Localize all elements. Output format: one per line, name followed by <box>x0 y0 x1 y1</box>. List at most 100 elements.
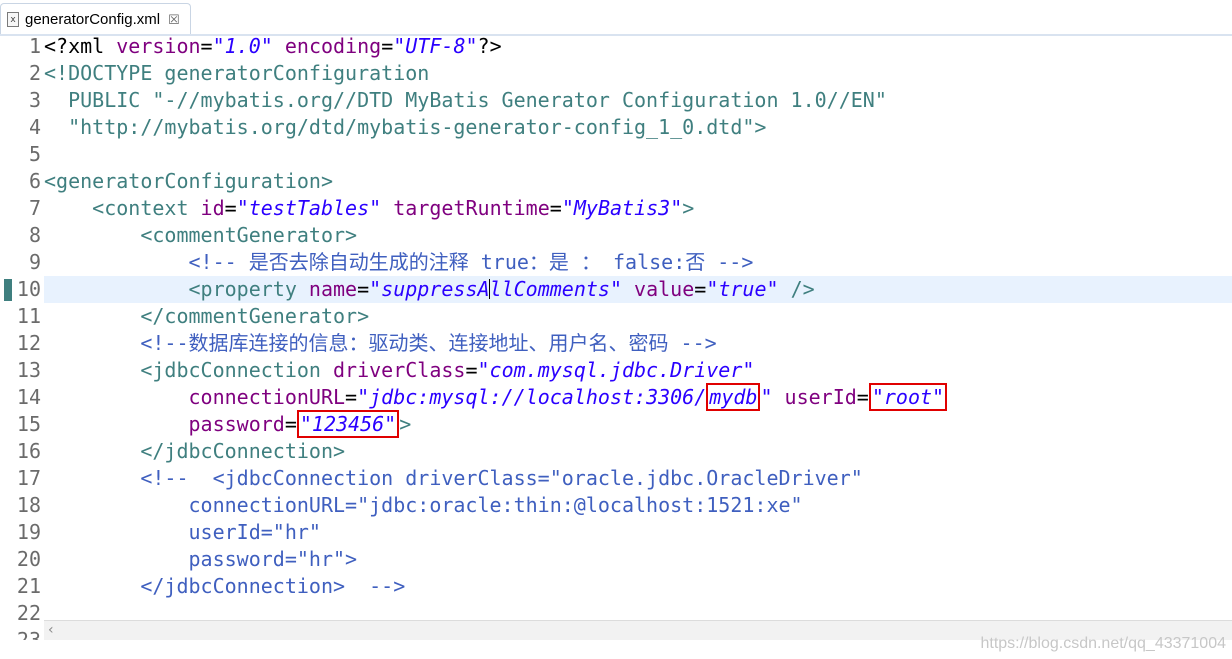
code-token: password <box>44 412 285 436</box>
line-number: 1 <box>28 36 41 58</box>
line-code: </jdbcConnection> <box>44 438 345 465</box>
line-number: 8 <box>28 223 41 247</box>
close-icon[interactable]: ☒ <box>168 12 180 28</box>
code-token: version <box>116 36 201 58</box>
code-token: value <box>634 277 695 301</box>
line-code: </jdbcConnection> --> <box>44 573 405 600</box>
code-token: </commentGenerator> <box>44 304 370 328</box>
code-token: /> <box>790 277 815 301</box>
line-number: 15 <box>16 412 41 436</box>
line-number: 11 <box>16 304 41 328</box>
line-code: password= "123456" > <box>44 410 412 438</box>
code-token: <!-- <jdbcConnection driverClass="oracle… <box>44 466 863 490</box>
code-token: = <box>224 196 237 220</box>
code-line: 14 connectionURL="jdbc:mysql://localhost… <box>0 383 948 411</box>
line-number: 20 <box>16 547 41 571</box>
code-token: driverClass <box>332 358 466 382</box>
code-token: "MyBatis3" <box>561 196 683 220</box>
line-code: <?xml version="1.0" encoding="UTF-8"?> <box>44 36 502 60</box>
code-token: = <box>284 412 297 436</box>
line-code: connectionURL="jdbc:mysql://localhost:33… <box>44 383 948 411</box>
editor-tab[interactable]: x generatorConfig.xml ☒ <box>0 3 191 35</box>
line-number: 7 <box>28 196 41 220</box>
code-line: 20 password="hr"> <box>0 546 357 573</box>
code-token: <!DOCTYPE generatorConfiguration <box>44 61 430 85</box>
code-editor[interactable]: 1 <?xml version="1.0" encoding="UTF-8"?> 2… <box>0 36 1232 640</box>
code-token: = <box>549 196 562 220</box>
line-number: 10 <box>16 277 41 301</box>
code-token: llComments" <box>489 277 622 301</box>
line-number: 2 <box>28 61 41 85</box>
code-token: "suppressA <box>369 277 490 301</box>
tab-title: generatorConfig.xml <box>25 11 161 28</box>
code-token: <commentGenerator> <box>44 223 358 247</box>
code-token: "http://mybatis.org/dtd/mybatis-generato… <box>44 115 767 139</box>
code-token: > <box>399 412 412 436</box>
highlighted-value: mydb <box>706 383 761 411</box>
code-line: 13 <jdbcConnection driverClass="com.mysq… <box>0 357 755 384</box>
code-token: id <box>200 196 225 220</box>
code-token: <generatorConfiguration> <box>44 169 333 193</box>
line-number: 18 <box>16 493 41 517</box>
code-line: 2 <!DOCTYPE generatorConfiguration <box>0 60 429 87</box>
code-token: = <box>357 277 370 301</box>
line-number: 9 <box>28 250 41 274</box>
code-token: = <box>465 358 478 382</box>
code-line: 16 </jdbcConnection> <box>0 438 345 465</box>
code-line: 7 <context id="testTables" targetRuntime… <box>0 195 694 222</box>
code-token: " <box>760 385 773 409</box>
scroll-left-icon[interactable]: ‹ <box>48 622 54 638</box>
code-line: 21 </jdbcConnection> --> <box>0 573 405 600</box>
code-token: userId="hr" <box>44 520 321 544</box>
line-number: 16 <box>16 439 41 463</box>
code-token: name <box>308 277 358 301</box>
highlighted-value: "root" <box>868 383 948 411</box>
line-code: password="hr"> <box>44 546 357 573</box>
code-token: <!--数据库连接的信息：驱动类、连接地址、用户名、密码 --> <box>44 331 717 355</box>
watermark: https://blog.csdn.net/qq_43371004 <box>980 635 1226 652</box>
line-number: 6 <box>28 169 41 193</box>
line-number: 3 <box>28 88 41 112</box>
code-line: 5 <box>0 141 44 168</box>
code-token: encoding <box>284 36 382 58</box>
code-token: "true" <box>706 277 779 301</box>
code-token: "com.mysql.jdbc.Driver" <box>477 358 755 382</box>
line-number: 19 <box>16 520 41 544</box>
line-code: userId="hr" <box>44 519 321 546</box>
line-code: <!-- <jdbcConnection driverClass="oracle… <box>44 465 863 492</box>
line-number: 5 <box>28 142 41 166</box>
line-code: "http://mybatis.org/dtd/mybatis-generato… <box>44 114 766 141</box>
code-line: 4 "http://mybatis.org/dtd/mybatis-genera… <box>0 114 767 141</box>
line-number: 4 <box>28 115 41 139</box>
line-code: <!DOCTYPE generatorConfiguration <box>44 60 429 87</box>
line-code: <jdbcConnection driverClass="com.mysql.j… <box>44 357 754 384</box>
code-line: 8 <commentGenerator> <box>0 222 357 249</box>
line-number: 17 <box>16 466 41 490</box>
code-token: </jdbcConnection> --> <box>44 574 406 598</box>
code-token: <context <box>44 196 201 220</box>
code-token: = <box>694 277 707 301</box>
line-code: </commentGenerator> <box>44 303 369 330</box>
code-line: 10 <property name="suppressAllComments" … <box>0 276 815 303</box>
code-line: 1 <?xml version="1.0" encoding="UTF-8"?> <box>0 36 502 60</box>
code-line: 12 <!--数据库连接的信息：驱动类、连接地址、用户名、密码 --> <box>0 330 717 357</box>
code-line: 17 <!-- <jdbcConnection driverClass="ora… <box>0 465 863 492</box>
line-number: 21 <box>16 574 41 598</box>
code-token: </jdbcConnection> <box>44 439 346 463</box>
line-code: connectionURL="jdbc:oracle:thin:@localho… <box>44 492 802 519</box>
code-token: "UTF-8" <box>393 36 478 58</box>
line-code: <!-- 是否去除自动生成的注释 true：是 ： false:否 --> <box>44 249 753 276</box>
code-token: = <box>856 385 869 409</box>
code-token: = <box>200 36 213 58</box>
line-code: <generatorConfiguration> <box>44 168 333 195</box>
code-token: <?xml <box>44 36 117 58</box>
line-code: <context id="testTables" targetRuntime="… <box>44 195 694 222</box>
code-token: userId <box>784 385 857 409</box>
line-number: 22 <box>16 601 41 625</box>
code-token: <!-- 是否去除自动生成的注释 true：是 ： false:否 --> <box>44 250 754 274</box>
